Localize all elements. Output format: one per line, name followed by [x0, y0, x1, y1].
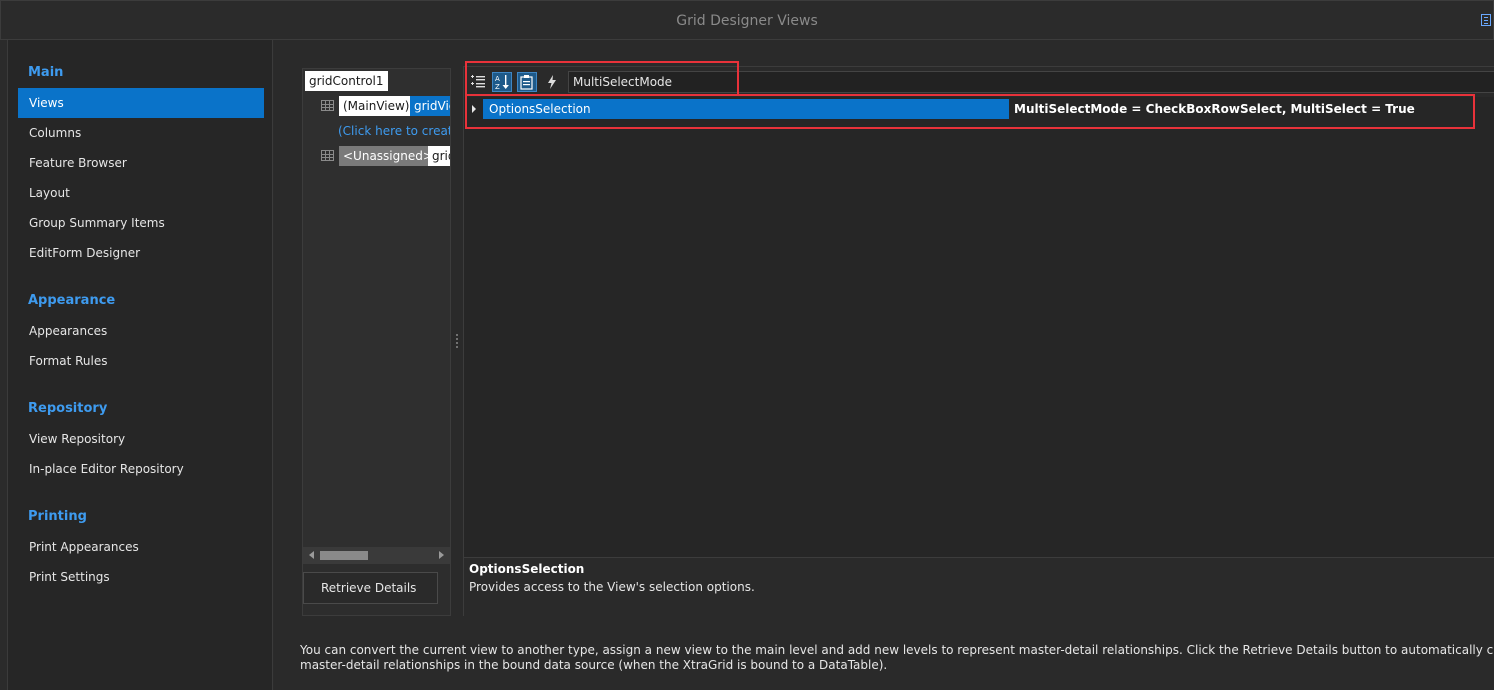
section-printing: Printing [28, 509, 87, 524]
navigation-sidebar: Main Views Columns Feature Browser Layou… [7, 40, 273, 690]
property-grid: OptionsSelection MultiSelectMode = Check… [464, 97, 1494, 557]
title-bar: Grid Designer Views [0, 0, 1494, 40]
property-description-panel: OptionsSelection Provides access to the … [464, 557, 1494, 617]
nav-item-print-settings[interactable]: Print Settings [18, 562, 264, 592]
tree-node-main-view-name[interactable]: gridVie [410, 96, 450, 116]
levels-tree: gridControl1 (MainView) gridVie (Click h… [303, 69, 450, 547]
window-menu-icon[interactable] [1481, 14, 1491, 26]
nav-item-feature-browser[interactable]: Feature Browser [18, 148, 264, 178]
scroll-left-icon[interactable] [309, 551, 314, 559]
description-title: OptionsSelection [469, 562, 585, 576]
tree-node-grid-control[interactable]: gridControl1 [305, 71, 388, 91]
levels-tree-panel: gridControl1 (MainView) gridVie (Click h… [302, 68, 451, 616]
nav-item-group-summary-items[interactable]: Group Summary Items [18, 208, 264, 238]
property-grid-panel: A Z MultiSelectMode OptionsSelection Mul… [463, 66, 1494, 617]
help-text-line2: master-detail relationships in the bound… [300, 658, 888, 672]
retrieve-details-button[interactable]: Retrieve Details [303, 572, 438, 604]
nav-item-inplace-editor-repository[interactable]: In-place Editor Repository [18, 454, 264, 484]
highlight-box-property [465, 94, 1475, 129]
create-level-link[interactable]: (Click here to create [334, 121, 450, 141]
description-text: Provides access to the View's selection … [469, 580, 755, 594]
tree-node-unassigned-label[interactable]: <Unassigned> [339, 146, 437, 166]
section-appearance: Appearance [28, 293, 116, 308]
nav-item-layout[interactable]: Layout [18, 178, 264, 208]
nav-item-views[interactable]: Views [18, 88, 264, 118]
highlight-box-search [465, 61, 739, 96]
nav-item-editform-designer[interactable]: EditForm Designer [18, 238, 264, 268]
nav-item-view-repository[interactable]: View Repository [18, 424, 264, 454]
scroll-thumb[interactable] [320, 551, 368, 560]
tree-node-main-view-label[interactable]: (MainView) [339, 96, 414, 116]
section-main: Main [28, 65, 64, 80]
help-text-line1: You can convert the current view to anot… [300, 643, 1494, 657]
panel-splitter-grip[interactable] [455, 333, 459, 349]
nav-item-columns[interactable]: Columns [18, 118, 264, 148]
window-title: Grid Designer Views [676, 13, 818, 29]
scroll-right-icon[interactable] [439, 551, 444, 559]
grid-view-icon [321, 150, 334, 161]
tree-node-unassigned-name[interactable]: grid [428, 146, 450, 166]
nav-item-print-appearances[interactable]: Print Appearances [18, 532, 264, 562]
nav-item-format-rules[interactable]: Format Rules [18, 346, 264, 376]
tree-horizontal-scrollbar[interactable] [303, 547, 450, 564]
section-repository: Repository [28, 401, 108, 416]
nav-item-appearances[interactable]: Appearances [18, 316, 264, 346]
help-text: You can convert the current view to anot… [300, 643, 1494, 673]
grid-view-icon [321, 100, 334, 111]
